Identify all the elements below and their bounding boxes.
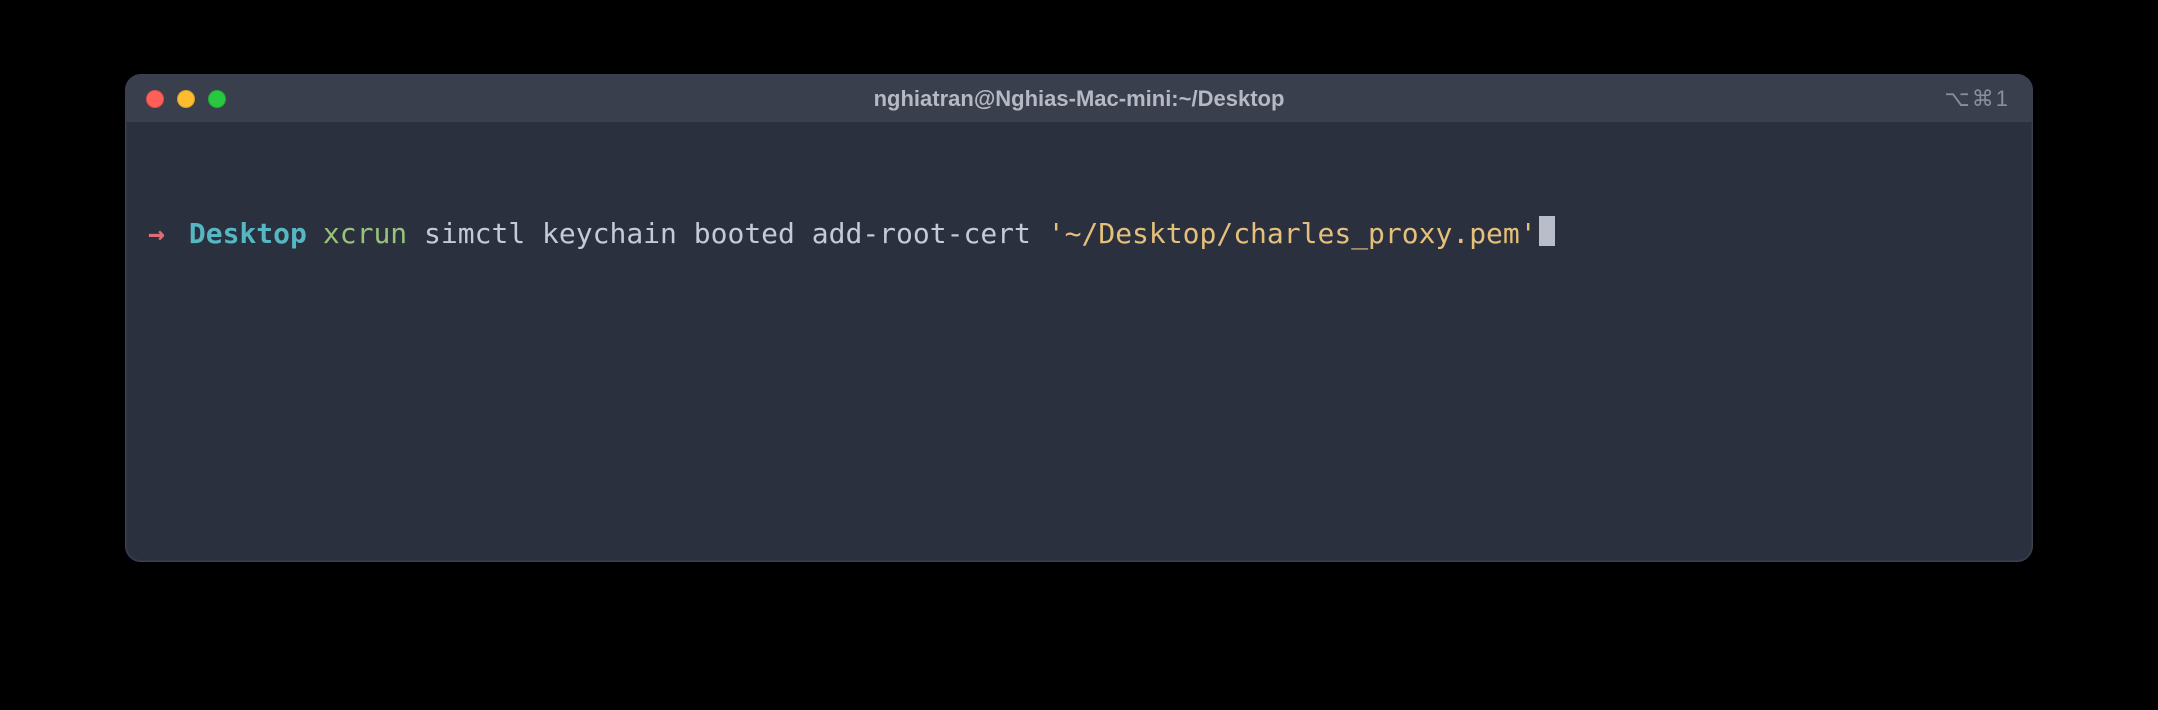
close-icon[interactable] [146, 90, 164, 108]
pane-shortcut-indicator: ⌥⌘1 [1944, 86, 2010, 112]
command-string-arg: '~/Desktop/charles_proxy.pem' [1048, 215, 1537, 253]
command-name: xcrun [323, 215, 407, 253]
terminal-window: nghiatran@Nghias-Mac-mini:~/Desktop ⌥⌘1 … [125, 74, 2033, 562]
cursor-icon [1539, 216, 1555, 246]
prompt-cwd: Desktop [189, 215, 307, 253]
titlebar: nghiatran@Nghias-Mac-mini:~/Desktop ⌥⌘1 [126, 75, 2032, 123]
zoom-icon[interactable] [208, 90, 226, 108]
minimize-icon[interactable] [177, 90, 195, 108]
traffic-lights [146, 90, 226, 108]
terminal-body[interactable]: → Desktop xcrun simctl keychain booted a… [126, 123, 2032, 342]
prompt-line: → Desktop xcrun simctl keychain booted a… [148, 213, 2010, 253]
window-title: nghiatran@Nghias-Mac-mini:~/Desktop [126, 86, 2032, 112]
prompt-arrow-icon: → [148, 215, 165, 253]
command-args: simctl keychain booted add-root-cert [407, 215, 1048, 253]
